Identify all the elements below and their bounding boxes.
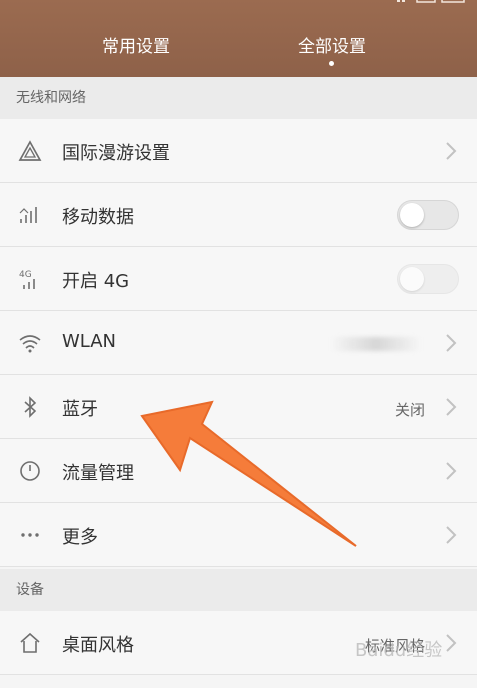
row-wlan[interactable]: WLAN bbox=[0, 311, 477, 375]
section-title: 设备 bbox=[16, 582, 44, 598]
home-icon bbox=[18, 631, 42, 655]
chevron-right-icon bbox=[443, 397, 459, 417]
bluetooth-status: 关闭 bbox=[394, 401, 425, 419]
row-label: 开启 4G bbox=[62, 271, 130, 292]
row-international-roaming[interactable]: 国际漫游设置 bbox=[0, 119, 477, 183]
desktop-style-value: 标准风格 bbox=[364, 637, 425, 655]
section-device: 设备 bbox=[0, 569, 477, 611]
chevron-right-icon bbox=[443, 333, 459, 353]
svg-text:4G: 4G bbox=[19, 270, 32, 280]
chevron-right-icon bbox=[443, 633, 459, 653]
tab-all-settings[interactable]: 全部设置 bbox=[262, 32, 402, 57]
row-label: 蓝牙 bbox=[62, 399, 98, 420]
bluetooth-icon bbox=[18, 395, 42, 419]
row-mobile-data: 移动数据 bbox=[0, 183, 477, 247]
toggle-knob bbox=[400, 203, 424, 227]
4g-icon: 4G bbox=[18, 267, 42, 291]
triangle-icon bbox=[18, 139, 42, 163]
tab-common-settings[interactable]: 常用设置 bbox=[66, 32, 206, 57]
wlan-network-name-blurred bbox=[331, 337, 421, 351]
section-wireless-network: 无线和网络 bbox=[0, 77, 477, 119]
status-bar bbox=[347, 0, 467, 6]
ellipsis-icon bbox=[18, 523, 42, 547]
toggle-knob bbox=[400, 267, 424, 291]
chevron-right-icon bbox=[443, 525, 459, 545]
row-label: 桌面风格 bbox=[62, 635, 134, 656]
gauge-icon bbox=[18, 459, 42, 483]
row-label: 移动数据 bbox=[62, 207, 134, 228]
enable-4g-toggle[interactable] bbox=[397, 264, 459, 294]
annotation-arrow bbox=[140, 400, 357, 547]
active-tab-indicator bbox=[329, 61, 334, 66]
row-desktop-style[interactable]: 桌面风格 标准风格 bbox=[0, 611, 477, 675]
section-title: 无线和网络 bbox=[16, 90, 86, 106]
chevron-right-icon bbox=[443, 461, 459, 481]
row-label: 更多 bbox=[62, 527, 98, 548]
row-label: 国际漫游设置 bbox=[62, 143, 170, 164]
mobile-data-toggle[interactable] bbox=[397, 200, 459, 230]
row-enable-4g: 4G 开启 4G bbox=[0, 247, 477, 311]
row-label: WLAN bbox=[62, 331, 117, 352]
wifi-icon bbox=[18, 331, 42, 355]
arrow-shape bbox=[140, 400, 357, 547]
signal-icon bbox=[18, 203, 42, 227]
top-header: 常用设置 全部设置 bbox=[0, 0, 477, 77]
chevron-right-icon bbox=[443, 141, 459, 161]
